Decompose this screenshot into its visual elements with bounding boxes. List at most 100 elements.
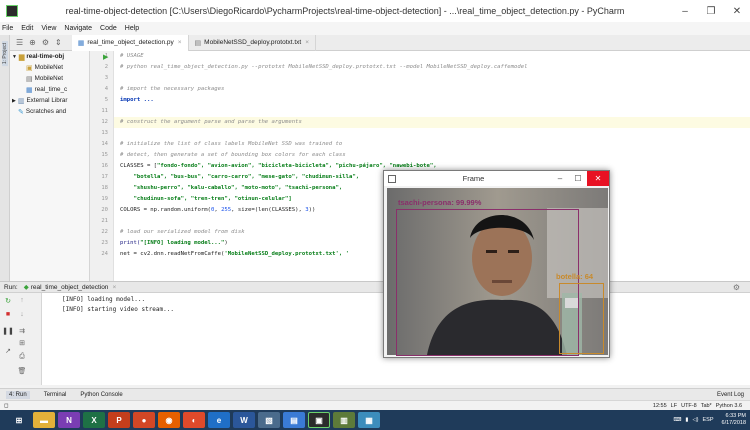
pin-icon[interactable]: ↗ [2, 347, 14, 355]
python-file-icon: ▦ [77, 39, 85, 47]
tool-tab-python-console[interactable]: Python Console [80, 392, 122, 398]
line-number: 14 [101, 141, 108, 147]
caret-position[interactable]: 12:55 [653, 403, 667, 409]
close-button[interactable]: ✕ [724, 6, 750, 17]
menu-help[interactable]: Help [125, 25, 139, 32]
close-tab-icon[interactable]: × [305, 39, 309, 46]
tree-item-file[interactable]: ▣ MobileNet [10, 62, 89, 73]
pause-icon[interactable]: ❚❚ [2, 327, 14, 335]
down-icon[interactable]: ↓ [16, 311, 28, 318]
python-taskbar-icon[interactable]: ▦ [358, 412, 380, 428]
maximize-button[interactable]: ❐ [698, 6, 724, 17]
keyboard-icon[interactable]: ⌨ [673, 417, 681, 423]
target-icon[interactable]: ⊕ [29, 38, 36, 47]
menu-file[interactable]: File [2, 25, 13, 32]
tree-item-file[interactable]: ▦ real_time_c [10, 84, 89, 95]
frame-minimize-button[interactable]: – [551, 174, 569, 183]
settings-icon[interactable]: ⚙ [42, 38, 49, 47]
stop-icon[interactable]: ■ [2, 311, 14, 318]
chrome-icon[interactable]: ◐ [183, 412, 205, 428]
tree-item-external-libraries[interactable]: ▶ ▥ External Librar [10, 95, 89, 106]
print-icon[interactable]: ⎙ [16, 353, 28, 361]
line-number: 5 [104, 97, 108, 103]
file-encoding[interactable]: UTF-8 [681, 403, 697, 409]
onenote-icon[interactable]: N [58, 412, 80, 428]
line-number: 23 [101, 240, 108, 246]
line-number: 15 [101, 152, 108, 158]
menu-code[interactable]: Code [100, 25, 117, 32]
gear-icon[interactable]: ⚙ [733, 283, 740, 292]
up-icon[interactable]: ↑ [16, 297, 28, 304]
line-number: 22 [101, 229, 108, 235]
tool-tab-terminal[interactable]: Terminal [44, 392, 67, 398]
line-separator[interactable]: LF [671, 403, 677, 409]
volume-icon[interactable]: ◁) [692, 417, 698, 423]
pycharm-taskbar-icon[interactable]: ▣ [308, 412, 330, 428]
status-icon: ◻ [4, 402, 9, 409]
file-explorer-icon[interactable]: ▬ [33, 412, 55, 428]
app-icon[interactable]: ▧ [258, 412, 280, 428]
library-icon: ▥ [17, 97, 25, 105]
minimize-button[interactable]: – [672, 6, 698, 17]
tab-mobilenet-prototxt[interactable]: ▤ MobileNetSSD_deploy.prototxt.txt × [189, 34, 317, 51]
run-gutter-icon[interactable]: ▶ [103, 53, 108, 61]
scroll-end-icon[interactable]: ⊞ [16, 339, 28, 347]
event-log-button[interactable]: Event Log [717, 392, 744, 398]
word-icon[interactable]: W [233, 412, 255, 428]
input-language[interactable]: ESP [703, 417, 714, 423]
project-tool-button[interactable]: 1: Project [2, 41, 8, 67]
collapse-icon[interactable]: ⇕ [55, 38, 62, 47]
tree-item-scratches[interactable]: ✎ Scratches and [10, 106, 89, 117]
menu-view[interactable]: View [41, 25, 56, 32]
tree-item-file[interactable]: ▤ MobileNet [10, 73, 89, 84]
frame-maximize-button[interactable]: ☐ [569, 174, 587, 183]
trash-icon[interactable]: 🗑 [16, 367, 28, 375]
indent-setting[interactable]: Tab* [701, 403, 712, 409]
close-tab-icon[interactable]: × [112, 284, 116, 291]
clock-time: 6:33 PM [725, 413, 746, 419]
run-panel-header: Run: ◆ real_time_object_detection × ⚙ [0, 281, 750, 293]
menu-edit[interactable]: Edit [21, 25, 33, 32]
line-number: 2 [104, 64, 108, 70]
network-icon[interactable]: ▮ [685, 417, 688, 423]
project-tree: ▼ ▆ real-time-obj ▣ MobileNet ▤ MobileNe… [10, 51, 90, 281]
line-number: 16 [101, 163, 108, 169]
folder-icon: ▆ [18, 53, 25, 61]
window-title: real-time-object-detection [C:\Users\Die… [65, 6, 625, 16]
excel-icon[interactable]: X [83, 412, 105, 428]
close-tab-icon[interactable]: × [178, 39, 182, 46]
firefox-icon[interactable]: ◉ [158, 412, 180, 428]
run-label: Run: [4, 283, 18, 291]
frame-close-button[interactable]: ✕ [587, 171, 609, 186]
run-config-tab[interactable]: real_time_object_detection [31, 284, 109, 291]
taskbar: ⊞ ▬ N X P ● ◉ ◐ e W ▧ ▤ ▣ ▥ ▦ ⌨ ▮ ◁) ESP… [0, 410, 750, 430]
soft-wrap-icon[interactable]: ⇉ [16, 327, 28, 335]
line-number: 17 [101, 174, 108, 180]
tree-item-project-root[interactable]: ▼ ▆ real-time-obj [10, 51, 89, 62]
frame-title-bar[interactable]: Frame – ☐ ✕ [384, 171, 609, 186]
windows-start-icon[interactable]: ⊞ [8, 412, 30, 428]
line-number: 12 [101, 119, 108, 125]
menu-navigate[interactable]: Navigate [64, 25, 92, 32]
code-line: # initialize the list of class labels Mo… [120, 141, 343, 147]
powerpoint-icon[interactable]: P [108, 412, 130, 428]
layout-icon[interactable]: ☰ [16, 38, 23, 47]
frame-window[interactable]: Frame – ☐ ✕ tsachi-persona: 99.99% botel… [383, 170, 610, 358]
frame-title: Frame [462, 174, 485, 183]
tool-tab-run[interactable]: 4: Run [6, 390, 30, 399]
interpreter[interactable]: Python 3.6 [716, 403, 742, 409]
status-bar: ◻ 12:55 LF UTF-8 Tab* Python 3.6 [0, 400, 750, 410]
person-bounding-box [396, 209, 579, 356]
line-number: 24 [101, 251, 108, 257]
chevron-down-icon: ▼ [12, 53, 17, 60]
system-tray: ⌨ ▮ ◁) ESP 6:33 PM 6/17/2018 [669, 413, 746, 427]
chevron-right-icon: ▶ [12, 97, 16, 104]
edge-icon[interactable]: e [208, 412, 230, 428]
office-icon[interactable]: ● [133, 412, 155, 428]
app-icon[interactable]: ▤ [283, 412, 305, 428]
tab-real-time-object-detection[interactable]: ▦ real_time_object_detection.py × [71, 34, 189, 51]
rerun-icon[interactable]: ↻ [2, 297, 14, 305]
left-tool-strip: 1: Project [0, 35, 10, 281]
clock[interactable]: 6:33 PM 6/17/2018 [718, 413, 746, 427]
app-icon[interactable]: ▥ [333, 412, 355, 428]
